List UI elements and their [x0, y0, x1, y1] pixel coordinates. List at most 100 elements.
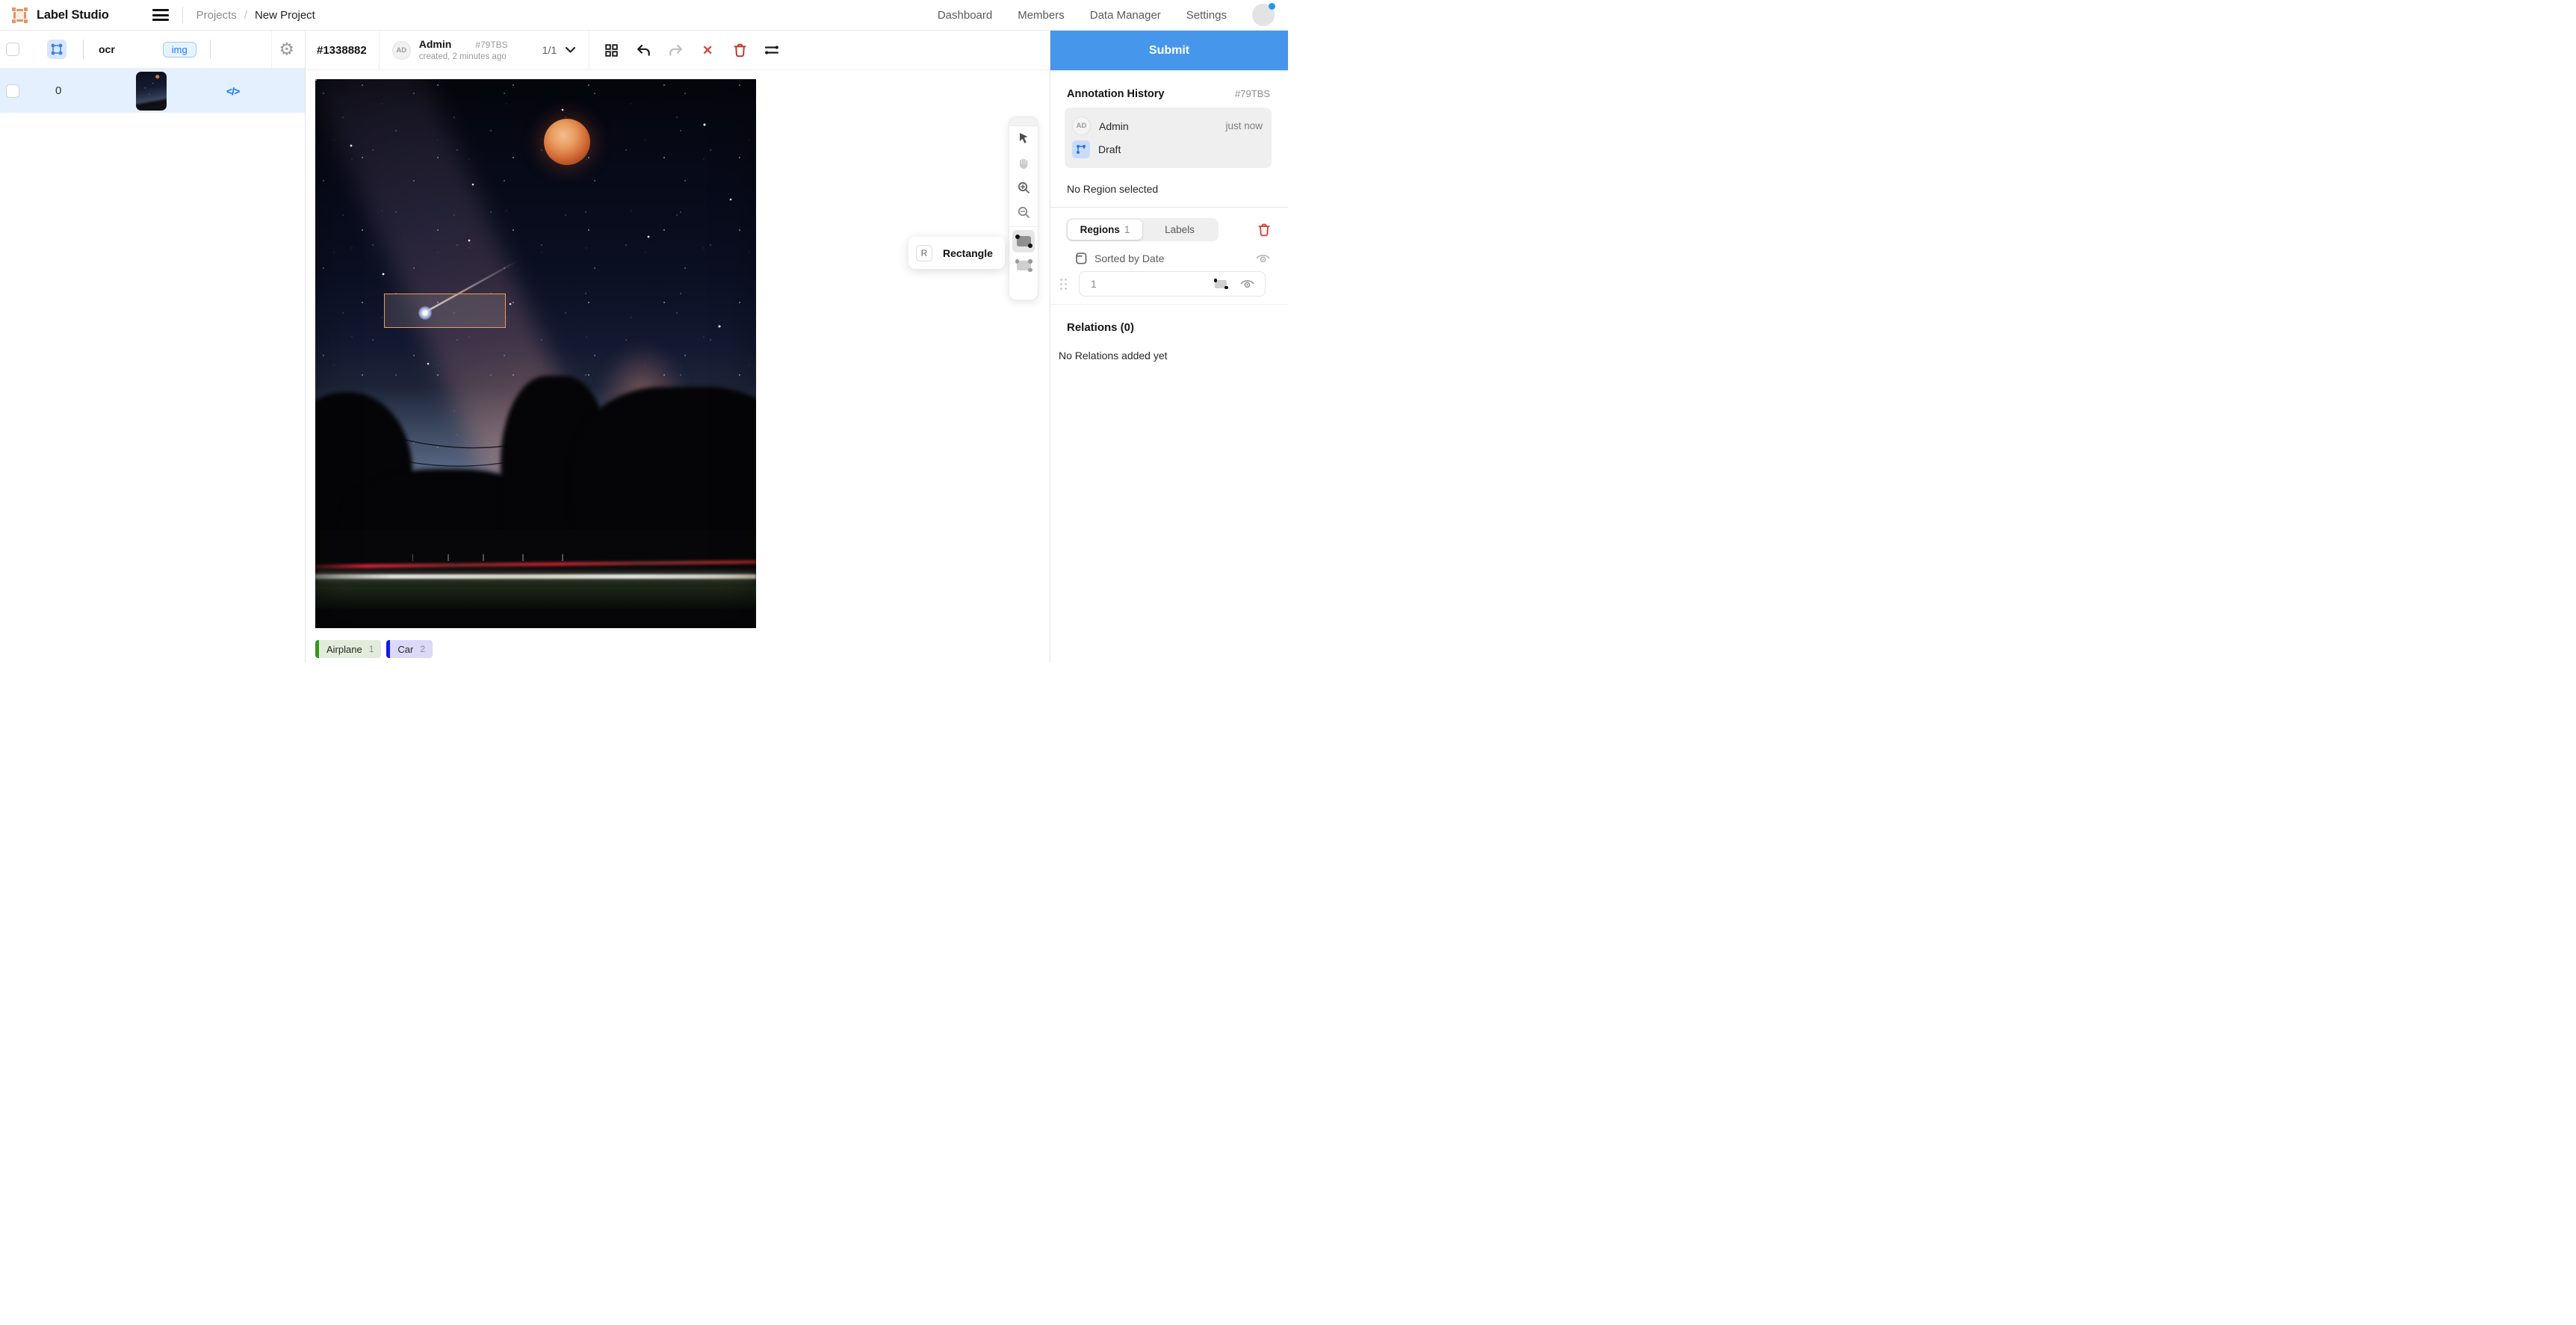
nav-link-dashboard[interactable]: Dashboard: [938, 9, 992, 22]
region-visibility-eye-icon[interactable]: [1240, 279, 1254, 289]
task-row-checkbox[interactable]: [6, 84, 19, 98]
breadcrumb-projects[interactable]: Projects: [196, 9, 237, 22]
annotation-history-card[interactable]: AD Admin just now Draft: [1065, 108, 1272, 168]
notification-dot: [1269, 3, 1275, 10]
tools-drag-handle[interactable]: [1009, 117, 1038, 126]
history-user-avatar: AD: [1072, 117, 1091, 135]
nav-link-data-manager[interactable]: Data Manager: [1090, 9, 1161, 22]
select-cursor-tool[interactable]: [1009, 126, 1038, 151]
three-point-rectangle-icon: [1017, 261, 1031, 270]
region-rectangle-icon: [1215, 280, 1227, 288]
breadcrumb: Projects / New Project: [196, 9, 315, 22]
breadcrumb-separator: /: [244, 9, 247, 22]
history-status: Draft: [1098, 143, 1121, 155]
annotation-history-title: Annotation History: [1067, 88, 1165, 100]
tab-regions-label: Regions: [1080, 224, 1120, 235]
fence-post: [483, 554, 484, 561]
annotation-toolbar: ✕: [603, 42, 780, 58]
region-number: 1: [1091, 278, 1097, 290]
code-icon[interactable]: </>: [226, 85, 239, 97]
label-hotkeys-row: Airplane 1 Car 2: [315, 640, 433, 658]
zoom-out-tool[interactable]: [1009, 200, 1038, 225]
image-annotation-canvas[interactable]: [315, 79, 756, 628]
reset-annotation-icon[interactable]: ✕: [699, 42, 716, 58]
column-tag-img[interactable]: img: [163, 42, 196, 58]
blood-moon: [544, 119, 590, 165]
gear-icon[interactable]: ⚙: [279, 41, 294, 58]
annotator-name: Admin: [419, 38, 452, 52]
shortcut-key-badge: R: [916, 245, 932, 261]
history-time: just now: [1225, 120, 1263, 131]
undo-icon[interactable]: [635, 42, 651, 58]
segmented-control: Regions 1 Labels: [1066, 218, 1219, 241]
relations-title: Relations (0): [1050, 305, 1288, 334]
delete-all-regions-trash-icon[interactable]: [1258, 223, 1270, 237]
sort-icon[interactable]: [1076, 252, 1087, 264]
grass-band: [315, 571, 756, 609]
annotation-id: #79TBS: [475, 40, 507, 51]
zoom-in-tool[interactable]: [1009, 176, 1038, 200]
pan-hand-tool[interactable]: [1009, 151, 1038, 176]
sorted-by-date-label[interactable]: Sorted by Date: [1095, 252, 1164, 264]
task-row-index: 0: [55, 84, 61, 97]
label-hotkey: 1: [369, 644, 374, 654]
annotation-side-panel: Submit Annotation History #79TBS AD Admi…: [1050, 31, 1288, 662]
label-color-bar: [315, 640, 319, 658]
label-color-bar: [386, 640, 390, 658]
delete-annotation-trash-icon[interactable]: [731, 42, 748, 58]
hamburger-menu-icon[interactable]: [152, 9, 169, 21]
region-item[interactable]: 1: [1079, 271, 1266, 297]
chevron-down-icon[interactable]: [566, 47, 575, 53]
three-point-rectangle-tool[interactable]: [1009, 253, 1038, 278]
annotation-region-rectangle[interactable]: [384, 294, 506, 328]
annotator-avatar: AD: [392, 41, 411, 60]
draft-icon: [1072, 140, 1090, 158]
transfer-regions-icon[interactable]: [764, 42, 780, 58]
annotation-history-header: Annotation History #79TBS: [1050, 72, 1288, 100]
history-user-row: AD Admin just now: [1072, 114, 1263, 137]
annotation-created-text: created, 2 minutes ago: [419, 52, 508, 62]
user-avatar[interactable]: [1252, 4, 1275, 26]
history-draft-row: Draft: [1072, 137, 1263, 161]
rectangle-tool-selected[interactable]: [1009, 229, 1038, 253]
tab-labels[interactable]: Labels: [1142, 220, 1217, 240]
top-navbar: Label Studio Projects / New Project Dash…: [0, 0, 1288, 31]
nav-link-settings[interactable]: Settings: [1186, 9, 1227, 22]
grid-view-icon[interactable]: [603, 42, 619, 58]
tab-regions[interactable]: Regions 1: [1068, 220, 1142, 240]
label-airplane[interactable]: Airplane 1: [315, 640, 381, 658]
tab-labels-label: Labels: [1165, 224, 1195, 235]
sorted-by-date-row: Sorted by Date: [1076, 252, 1270, 264]
label-studio-app: Label Studio Projects / New Project Dash…: [0, 0, 1288, 662]
no-region-selected-text: No Region selected: [1050, 168, 1288, 195]
label-name: Car: [397, 644, 413, 655]
task-list-sidebar: ocr img ⚙ 0 </>: [0, 31, 306, 662]
submit-button[interactable]: Submit: [1050, 31, 1288, 70]
label-name: Airplane: [326, 644, 362, 655]
tooltip-label: Rectangle: [943, 247, 993, 259]
breadcrumb-current-project: New Project: [255, 9, 315, 22]
history-user-name: Admin: [1099, 120, 1129, 132]
tab-regions-count: 1: [1124, 224, 1130, 235]
label-car[interactable]: Car 2: [386, 640, 433, 658]
fence-post: [522, 554, 524, 561]
bounding-box-column-icon[interactable]: [47, 40, 66, 59]
region-drag-handle[interactable]: [1060, 279, 1067, 290]
fence-post: [448, 554, 449, 561]
label-hotkey: 2: [420, 644, 425, 654]
rectangle-tool-tooltip: R Rectangle: [908, 237, 1005, 269]
task-row-selected[interactable]: 0 </>: [0, 69, 305, 113]
column-header-ocr[interactable]: ocr: [99, 43, 115, 55]
navbar-links: Dashboard Members Data Manager Settings: [938, 4, 1288, 26]
task-id: #1338882: [317, 44, 367, 57]
toggle-all-visibility-eye-icon[interactable]: [1256, 254, 1270, 264]
fence-post: [562, 554, 563, 561]
task-thumbnail[interactable]: [136, 72, 167, 111]
region-list-item: 1: [1060, 271, 1288, 297]
label-studio-logo-icon: [12, 7, 28, 23]
select-all-checkbox[interactable]: [6, 43, 19, 56]
nav-link-members[interactable]: Members: [1018, 9, 1065, 22]
task-header: #1338882 AD Admin #79TBS created, 2 minu…: [306, 31, 1050, 70]
redo-icon[interactable]: [667, 42, 684, 58]
rectangle-tool-icon: [1017, 236, 1031, 246]
